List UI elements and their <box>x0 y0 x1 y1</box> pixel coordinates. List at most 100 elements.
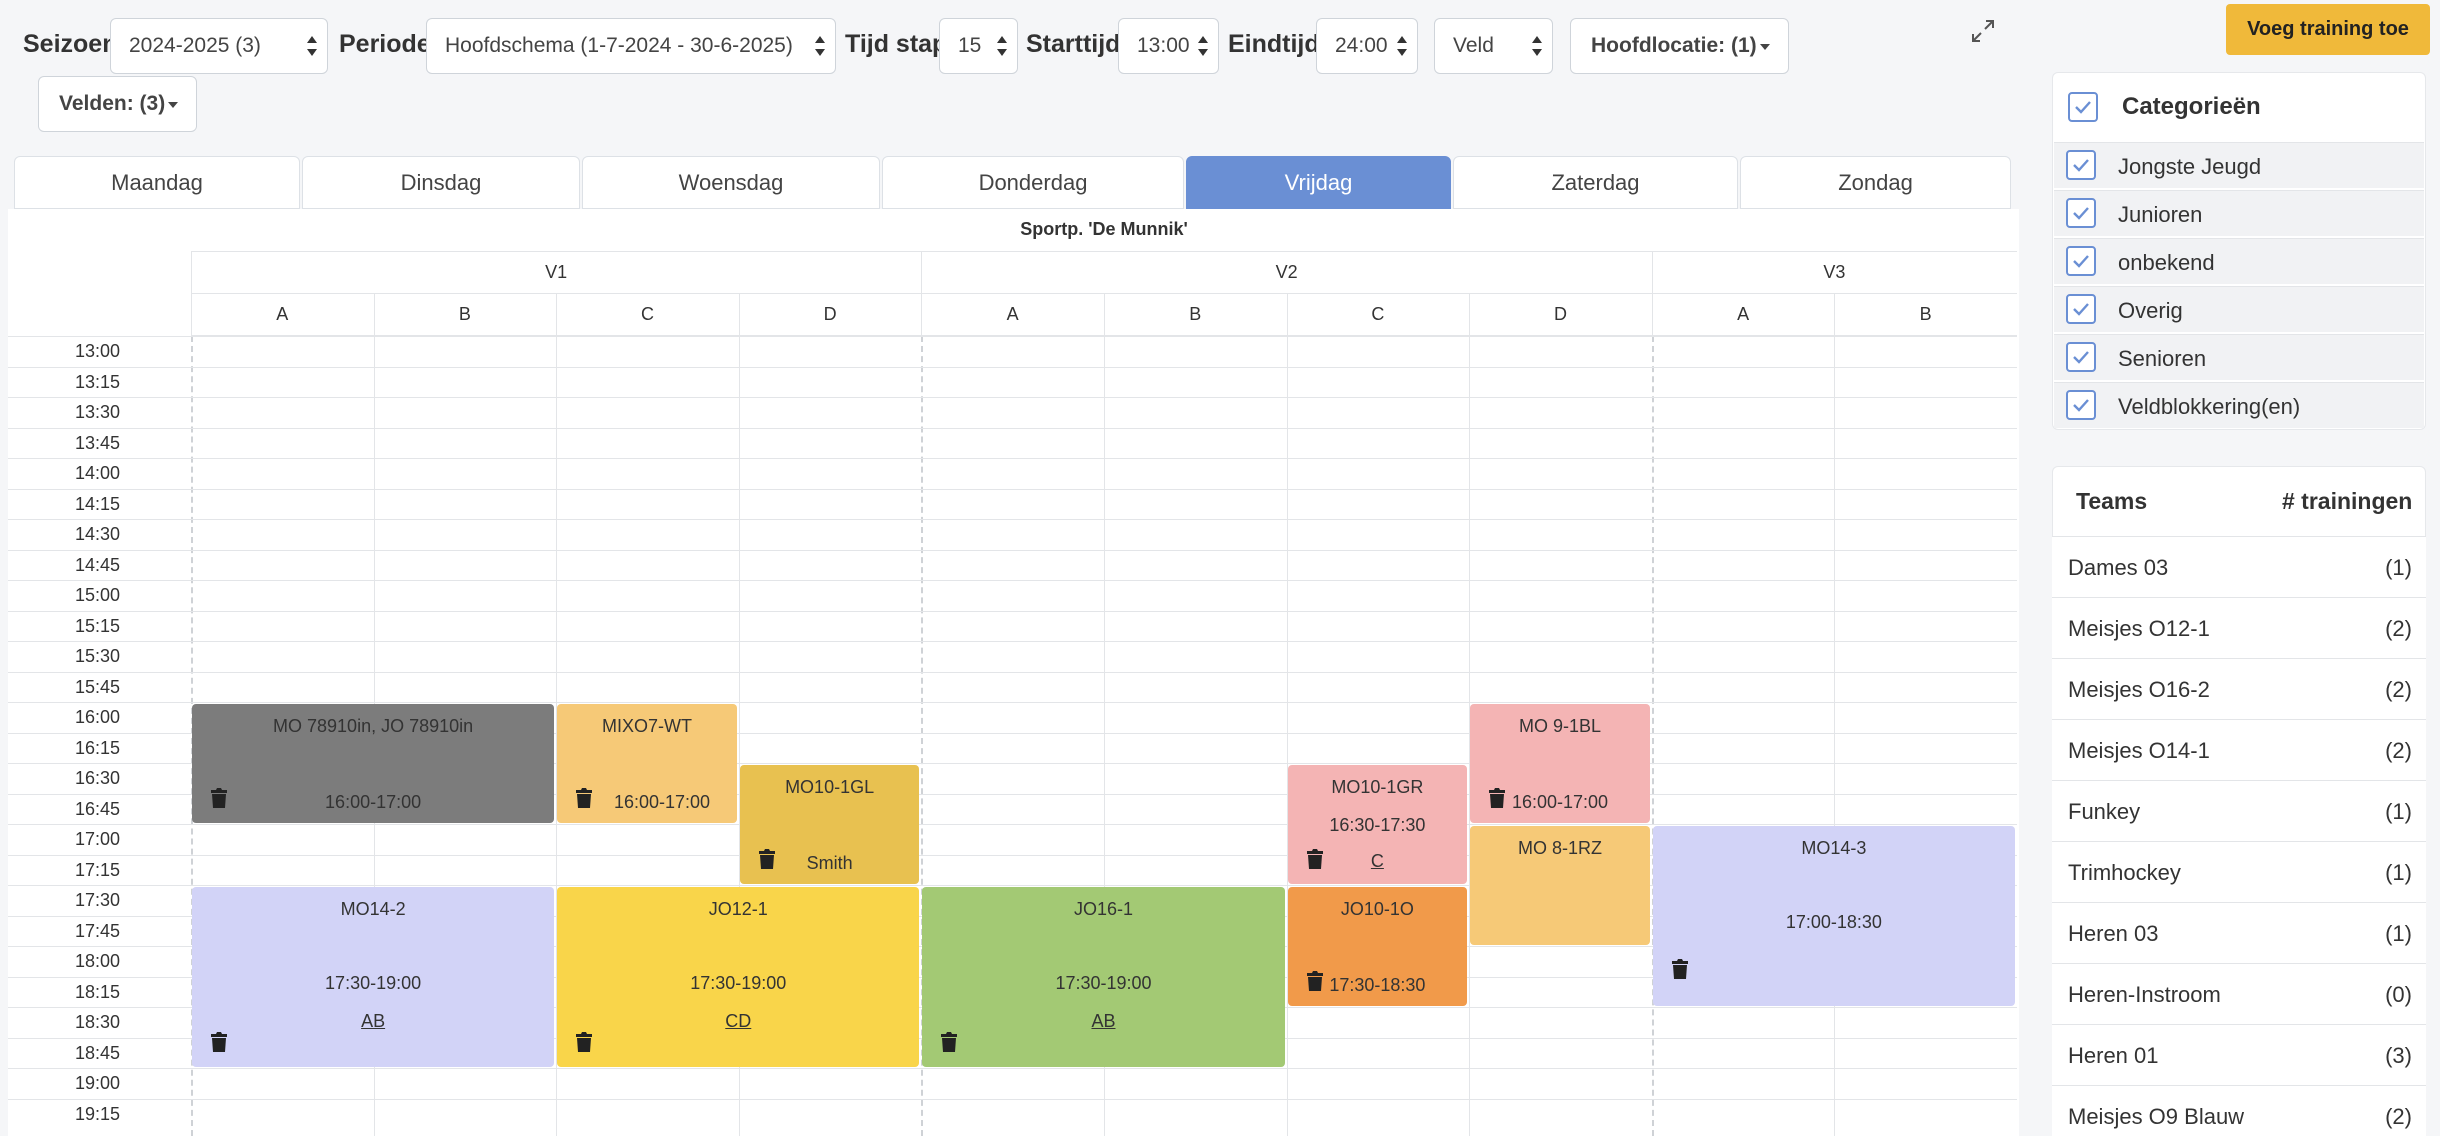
category-item[interactable]: Senioren <box>2054 334 2424 380</box>
training-block[interactable]: MO14-3 17:00-18:30 <box>1652 826 2015 1006</box>
category-checkbox[interactable] <box>2066 294 2096 324</box>
training-block[interactable]: JO12-1 17:30-19:00 CD <box>557 887 920 1067</box>
training-title: MO10-1GR <box>1331 777 1424 797</box>
category-checkbox[interactable] <box>2066 198 2096 228</box>
select-arrows-icon <box>1198 36 1208 56</box>
subfield-header: A <box>1006 304 1019 324</box>
training-block[interactable]: JO10-1O 17:30-18:30 <box>1287 887 1468 1006</box>
season-select[interactable]: 2024-2025 (3) <box>110 18 328 74</box>
training-block[interactable]: MO 8-1RZ <box>1470 826 1650 945</box>
endtime-select[interactable]: 24:00 <box>1316 18 1418 74</box>
training-block[interactable]: MO10-1GL Smith <box>739 765 920 884</box>
category-item[interactable]: Jongste Jeugd <box>2054 142 2424 188</box>
select-arrows-icon <box>307 36 317 56</box>
team-name: Meisjes O12-1 <box>2068 616 2210 641</box>
time-row-line <box>8 824 2017 825</box>
select-arrows-icon <box>997 36 1007 56</box>
filter-bar: Seizoen 2024-2025 (3) Periode Hoofdschem… <box>0 0 2019 146</box>
time-label: 18:15 <box>74 981 120 1002</box>
training-block[interactable]: MO 78910in, JO 78910in 16:00-17:00 <box>192 704 555 823</box>
team-row[interactable]: Heren-Instroom (0) <box>2052 963 2426 1024</box>
category-item[interactable]: onbekend <box>2054 238 2424 284</box>
starttime-select[interactable]: 13:00 <box>1118 18 1219 74</box>
view-select[interactable]: Veld <box>1434 18 1553 74</box>
training-time: 17:30-19:00 <box>1055 973 1152 993</box>
trash-icon[interactable] <box>940 1031 958 1053</box>
subfield-header: C <box>1371 304 1385 324</box>
location-dropdown-button[interactable]: Hoofdlocatie: (1) <box>1570 18 1789 74</box>
time-label: 19:15 <box>74 1103 120 1124</box>
category-item[interactable]: Overig <box>2054 286 2424 332</box>
trash-icon[interactable] <box>1306 848 1324 870</box>
tab-zaterdag[interactable]: Zaterdag <box>1453 156 1738 209</box>
trash-icon[interactable] <box>1306 970 1324 992</box>
team-name: Trimhockey <box>2068 860 2181 885</box>
trash-icon[interactable] <box>575 1031 593 1053</box>
time-row-line <box>8 549 2017 551</box>
field-header-divider <box>191 251 192 336</box>
expand-icon[interactable] <box>1970 18 1996 44</box>
field-header-v3: V3 <box>1823 262 1846 282</box>
category-checkbox[interactable] <box>2066 246 2096 276</box>
tab-vrijdag[interactable]: Vrijdag <box>1186 156 1451 209</box>
time-label: 17:15 <box>74 859 120 880</box>
team-training-count: (1) <box>2385 799 2412 824</box>
trash-icon[interactable] <box>1488 787 1506 809</box>
field-header-v2: V2 <box>1275 262 1298 282</box>
training-title: MO14-2 <box>340 899 406 919</box>
category-item[interactable]: Veldblokkering(en) <box>2054 382 2424 428</box>
training-time: 17:30-19:00 <box>325 973 422 993</box>
period-select[interactable]: Hoofdschema (1-7-2024 - 30-6-2025) <box>426 18 836 74</box>
tab-dinsdag[interactable]: Dinsdag <box>302 156 580 209</box>
training-block[interactable]: MO14-2 17:30-19:00 AB <box>192 887 555 1067</box>
trash-icon[interactable] <box>758 848 776 870</box>
teams-header-count: # trainingen <box>2282 488 2413 514</box>
category-checkbox[interactable] <box>2066 390 2096 420</box>
training-time: 16:00-17:00 <box>613 792 711 812</box>
schedule-grid: Sportp. 'De Munnik' V1 A B C D V2 A B C D V3 A B 13:00… <box>8 209 2019 1136</box>
category-label: Veldblokkering(en) <box>2118 394 2301 419</box>
location-button-label: Hoofdlocatie: (1) <box>1591 34 1757 57</box>
time-label: 16:00 <box>74 707 120 727</box>
training-coach-link[interactable]: AB <box>922 1011 1284 1032</box>
tab-zondag[interactable]: Zondag <box>1740 156 2011 209</box>
timestep-select[interactable]: 15 <box>939 18 1018 74</box>
training-coach-link[interactable]: AB <box>192 1011 554 1032</box>
fields-dropdown-button[interactable]: Velden: (3) <box>38 76 197 132</box>
training-block[interactable]: MIXO7-WT 16:00-17:00 <box>557 704 737 823</box>
field-header-divider <box>921 251 923 336</box>
view-value: Veld <box>1453 34 1494 57</box>
team-row[interactable]: Meisjes O9 Blauw (2) <box>2052 1085 2426 1136</box>
category-checkbox[interactable] <box>2066 342 2096 372</box>
team-row[interactable]: Funkey (1) <box>2052 780 2426 841</box>
add-training-button[interactable]: Voeg training toe <box>2226 4 2430 55</box>
tab-maandag[interactable]: Maandag <box>14 156 300 209</box>
trash-icon[interactable] <box>575 787 593 809</box>
categories-all-checkbox[interactable] <box>2068 92 2098 122</box>
training-block[interactable]: JO16-1 17:30-19:00 AB <box>922 887 1285 1067</box>
trash-icon[interactable] <box>210 787 228 809</box>
tab-donderdag[interactable]: Donderdag <box>882 156 1184 209</box>
team-row[interactable]: Heren 01 (3) <box>2052 1024 2426 1085</box>
location-header: Sportp. 'De Munnik' <box>1020 219 1188 239</box>
category-checkbox[interactable] <box>2066 150 2096 180</box>
subfield-header: B <box>458 304 471 324</box>
team-row[interactable]: Trimhockey (1) <box>2052 841 2426 902</box>
training-title: JO12-1 <box>708 899 768 919</box>
time-label: 16:15 <box>74 737 120 758</box>
tab-woensdag[interactable]: Woensdag <box>582 156 880 209</box>
team-row[interactable]: Meisjes O12-1 (2) <box>2052 597 2426 658</box>
team-row[interactable]: Heren 03 (1) <box>2052 902 2426 963</box>
training-coach-link[interactable]: CD <box>557 1011 919 1032</box>
trash-icon[interactable] <box>1671 958 1689 980</box>
team-row[interactable]: Dames 03 (1) <box>2052 536 2426 597</box>
team-row[interactable]: Meisjes O16-2 (2) <box>2052 658 2426 719</box>
training-time: 17:00-18:30 <box>1785 912 1882 932</box>
team-row[interactable]: Meisjes O14-1 (2) <box>2052 719 2426 780</box>
training-block[interactable]: MO10-1GR 16:30-17:30 C <box>1287 765 1468 884</box>
trash-icon[interactable] <box>210 1031 228 1053</box>
training-block[interactable]: MO 9-1BL 16:00-17:00 <box>1470 704 1650 823</box>
header-divider <box>191 251 2017 252</box>
training-title: MIXO7-WT <box>601 716 692 736</box>
category-item[interactable]: Junioren <box>2054 190 2424 236</box>
